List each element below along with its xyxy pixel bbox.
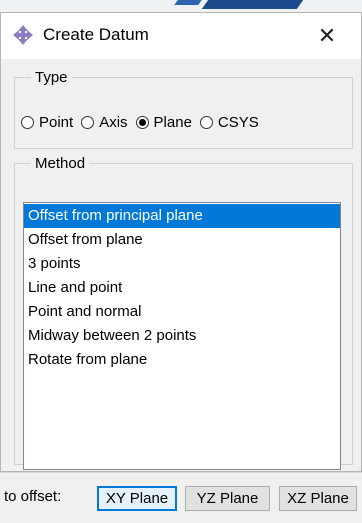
close-button[interactable]: ✕ xyxy=(307,18,347,54)
radio-circle[interactable] xyxy=(135,116,149,129)
viewport-model-edge xyxy=(174,0,202,5)
method-item-line-and-point[interactable]: Line and point xyxy=(24,276,340,300)
method-listbox[interactable]: Offset from principal plane Offset from … xyxy=(23,202,341,470)
radio-csys[interactable]: CSYS xyxy=(199,114,259,131)
radio-circle[interactable] xyxy=(21,116,34,129)
type-radio-row: Point Axis Plane CSYS xyxy=(21,114,267,131)
datum-arrows-icon xyxy=(13,25,33,45)
type-group-legend: Type xyxy=(35,69,68,86)
radio-label: Axis xyxy=(99,114,128,131)
method-group: Method Offset from principal plane Offse… xyxy=(14,155,353,470)
close-icon: ✕ xyxy=(317,23,337,48)
method-item-offset-principal[interactable]: Offset from principal plane xyxy=(24,204,340,228)
viewport-model-edge xyxy=(201,0,304,9)
method-item-midway[interactable]: Midway between 2 points xyxy=(24,324,340,348)
radio-axis[interactable]: Axis xyxy=(81,114,128,131)
prompt-text: to offset: xyxy=(4,488,62,505)
method-item-point-and-normal[interactable]: Point and normal xyxy=(24,300,340,324)
type-group: Type Point Axis Plane CSYS xyxy=(14,69,353,149)
radio-plane[interactable]: Plane xyxy=(135,114,192,131)
radio-label: CSYS xyxy=(217,114,259,131)
method-item-3-points[interactable]: 3 points xyxy=(24,252,340,276)
radio-point[interactable]: Point xyxy=(21,114,73,131)
title-bar[interactable]: Create Datum ✕ xyxy=(1,13,361,59)
yz-plane-button[interactable]: YZ Plane xyxy=(185,486,270,511)
viewport-background xyxy=(0,0,362,12)
method-item-rotate[interactable]: Rotate from plane xyxy=(24,348,340,372)
method-item-offset-plane[interactable]: Offset from plane xyxy=(24,228,340,252)
window-title: Create Datum xyxy=(43,25,149,44)
radio-circle[interactable] xyxy=(81,116,95,129)
method-group-legend: Method xyxy=(35,155,86,172)
xy-plane-button[interactable]: XY Plane xyxy=(97,486,177,511)
xz-plane-button[interactable]: XZ Plane xyxy=(279,486,357,511)
radio-circle[interactable] xyxy=(199,116,213,129)
prompt-bar: to offset: XY Plane YZ Plane XZ Plane xyxy=(0,472,362,523)
create-datum-dialog: Create Datum ✕ Type Point Axis Plane CSY… xyxy=(0,12,362,472)
radio-label: Point xyxy=(39,114,74,131)
radio-label: Plane xyxy=(153,114,192,131)
